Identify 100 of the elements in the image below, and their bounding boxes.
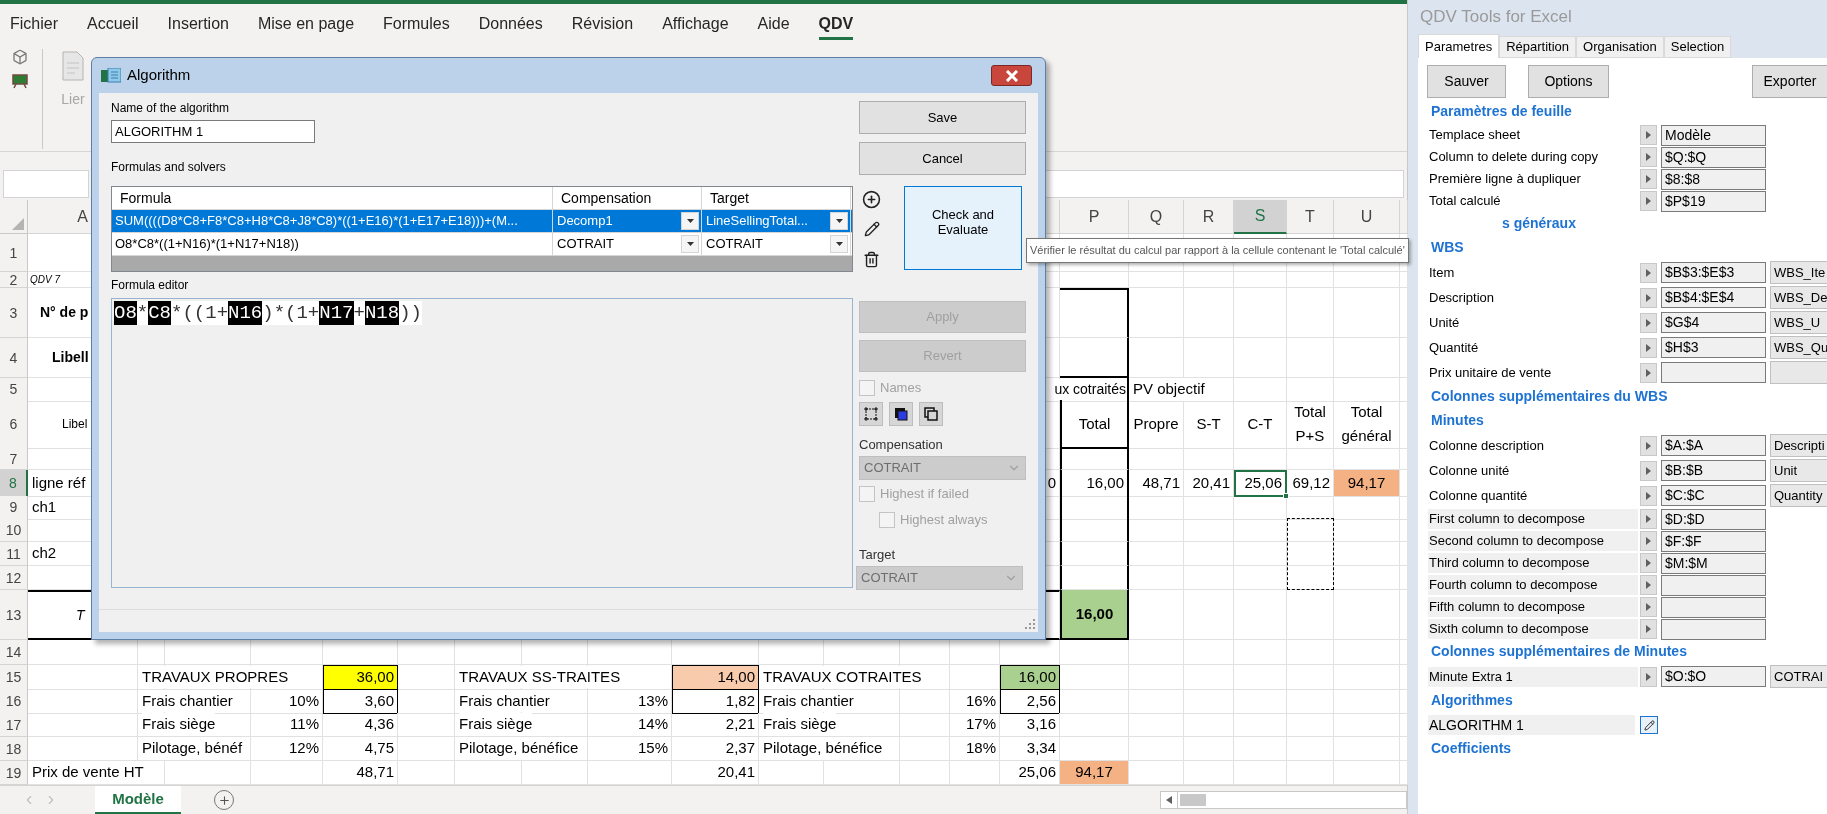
extra-field[interactable]: WBS_Ite xyxy=(1770,261,1827,284)
column-header[interactable]: S xyxy=(1234,200,1287,234)
value-field[interactable]: $M:$M xyxy=(1661,552,1766,574)
value-field[interactable] xyxy=(1661,574,1766,596)
extra-field[interactable]: Descripti xyxy=(1770,434,1827,457)
horizontal-scrollbar[interactable] xyxy=(1160,791,1407,809)
extra-field[interactable]: COTRAI xyxy=(1770,665,1827,688)
arrow-button[interactable] xyxy=(1640,312,1657,333)
panel-tab[interactable]: Parametres xyxy=(1418,34,1500,58)
save-button[interactable]: Save xyxy=(859,101,1026,134)
row-header[interactable]: 7 xyxy=(0,448,28,470)
ribbon-tab[interactable]: Affichage xyxy=(662,8,729,40)
row-header[interactable]: 11 xyxy=(0,542,28,566)
value-field[interactable]: $O:$O xyxy=(1661,666,1766,687)
value-field[interactable]: $A:$A xyxy=(1661,435,1766,456)
ribbon-tab[interactable]: Formules xyxy=(383,8,450,40)
value-field[interactable]: $B$3:$E$3 xyxy=(1661,262,1766,283)
cancel-button[interactable]: Cancel xyxy=(859,142,1026,175)
row-header[interactable]: 13 xyxy=(0,590,28,640)
value-field[interactable]: $B$4:$E$4 xyxy=(1661,287,1766,308)
column-header[interactable]: T xyxy=(1287,200,1334,234)
arrow-button[interactable] xyxy=(1640,337,1657,358)
edit-algorithm-button[interactable] xyxy=(1640,716,1658,734)
value-field[interactable]: Modèle xyxy=(1661,124,1766,146)
dropdown-button[interactable] xyxy=(681,212,699,230)
ribbon-tab[interactable]: Révision xyxy=(571,8,634,40)
sheet-tab[interactable]: Modèle xyxy=(95,786,181,814)
triangle-left-icon[interactable] xyxy=(1166,796,1172,804)
resize-grip-icon[interactable] xyxy=(1025,619,1035,629)
arrow-button[interactable] xyxy=(1640,435,1657,456)
value-field[interactable]: $P$19 xyxy=(1661,190,1766,212)
column-header[interactable]: Compensation xyxy=(553,187,702,209)
row-header[interactable]: 12 xyxy=(0,566,28,590)
arrow-button[interactable] xyxy=(1640,509,1657,529)
ribbon-tab[interactable]: Données xyxy=(478,8,543,40)
row-header[interactable]: 19 xyxy=(0,761,28,785)
select-region-button[interactable] xyxy=(859,402,883,426)
row-header[interactable]: 5 xyxy=(0,378,28,402)
value-field[interactable]: $Q:$Q xyxy=(1661,146,1766,168)
extra-field[interactable]: WBS_U xyxy=(1770,311,1827,334)
row-header[interactable]: 17 xyxy=(0,713,28,737)
row-header[interactable]: 9 xyxy=(0,496,28,520)
arrow-button[interactable] xyxy=(1640,169,1657,189)
row-header[interactable]: 8 xyxy=(0,470,28,497)
row-header[interactable]: 2 xyxy=(0,272,28,288)
column-header[interactable]: P xyxy=(1060,200,1129,234)
fill-button[interactable] xyxy=(889,402,913,426)
arrow-button[interactable] xyxy=(1640,531,1657,551)
chalkboard-icon[interactable] xyxy=(12,73,28,89)
row-header[interactable]: 4 xyxy=(0,338,28,378)
ribbon-tab[interactable]: Insertion xyxy=(167,8,229,40)
formula-editor[interactable]: O8*C8*((1+N16)*(1+N17+N18)) xyxy=(111,298,853,588)
arrow-button[interactable] xyxy=(1640,191,1657,211)
close-button[interactable] xyxy=(991,65,1032,86)
row-header[interactable]: 10 xyxy=(0,518,28,542)
arrow-button[interactable] xyxy=(1640,362,1657,383)
row-header[interactable]: 18 xyxy=(0,737,28,761)
extra-field[interactable]: WBS_Qu xyxy=(1770,336,1827,359)
check-evaluate-button[interactable]: Check and Evaluate xyxy=(904,186,1022,270)
arrow-button[interactable] xyxy=(1640,262,1657,283)
ribbon-tab[interactable]: QDV xyxy=(818,8,854,40)
arrow-button[interactable] xyxy=(1640,619,1657,639)
extra-field[interactable]: Unit xyxy=(1770,459,1827,482)
algorithm-item[interactable]: ALGORITHM 1 xyxy=(1428,715,1635,735)
dropdown-button[interactable] xyxy=(830,212,848,230)
panel-tab[interactable]: Organisation xyxy=(1576,36,1664,58)
value-field[interactable]: $C:$C xyxy=(1661,485,1766,506)
row-header[interactable]: 6 xyxy=(0,400,28,449)
dropdown-button[interactable] xyxy=(681,235,699,253)
fill-handle[interactable] xyxy=(1283,492,1289,499)
column-header[interactable]: Target xyxy=(702,187,851,209)
panel-button[interactable]: Options xyxy=(1528,65,1609,98)
column-header[interactable]: Q xyxy=(1129,200,1184,234)
arrow-button[interactable] xyxy=(1640,666,1657,687)
ribbon-tab[interactable]: Fichier xyxy=(10,8,58,40)
value-field[interactable] xyxy=(1661,618,1766,640)
copy-button[interactable] xyxy=(919,402,943,426)
ribbon-tab[interactable]: Mise en page xyxy=(257,8,355,40)
ribbon-tab[interactable]: Aide xyxy=(757,8,790,40)
extra-field[interactable] xyxy=(1770,361,1827,384)
panel-button[interactable]: Exporter xyxy=(1752,65,1827,98)
arrow-button[interactable] xyxy=(1640,287,1657,308)
table-row[interactable]: SUM((((D8*C8+F8*C8+H8*C8+J8*C8)*((1+E16)*(1+E17+E18)))+(M... Decomp1 LineSellingTotal... xyxy=(112,210,852,233)
row-header[interactable]: 14 xyxy=(0,640,28,665)
value-field[interactable]: $8:$8 xyxy=(1661,168,1766,190)
row-header[interactable]: 15 xyxy=(0,665,28,690)
cube-icon[interactable] xyxy=(12,49,28,65)
value-field[interactable]: $H$3 xyxy=(1661,337,1766,358)
dropdown-button[interactable] xyxy=(830,235,848,253)
name-field[interactable]: ALGORITHM 1 xyxy=(111,120,315,143)
extra-field[interactable]: Quantity xyxy=(1770,484,1827,507)
row-header[interactable]: 16 xyxy=(0,689,28,714)
value-field[interactable]: $F:$F xyxy=(1661,530,1766,552)
row-header[interactable]: 3 xyxy=(0,288,28,338)
panel-tab[interactable]: Répartition xyxy=(1499,36,1577,58)
row-header[interactable]: 1 xyxy=(0,234,28,272)
arrow-button[interactable] xyxy=(1640,485,1657,506)
arrow-button[interactable] xyxy=(1640,147,1657,167)
column-header[interactable]: Formula xyxy=(112,187,553,209)
value-field[interactable] xyxy=(1661,362,1766,383)
